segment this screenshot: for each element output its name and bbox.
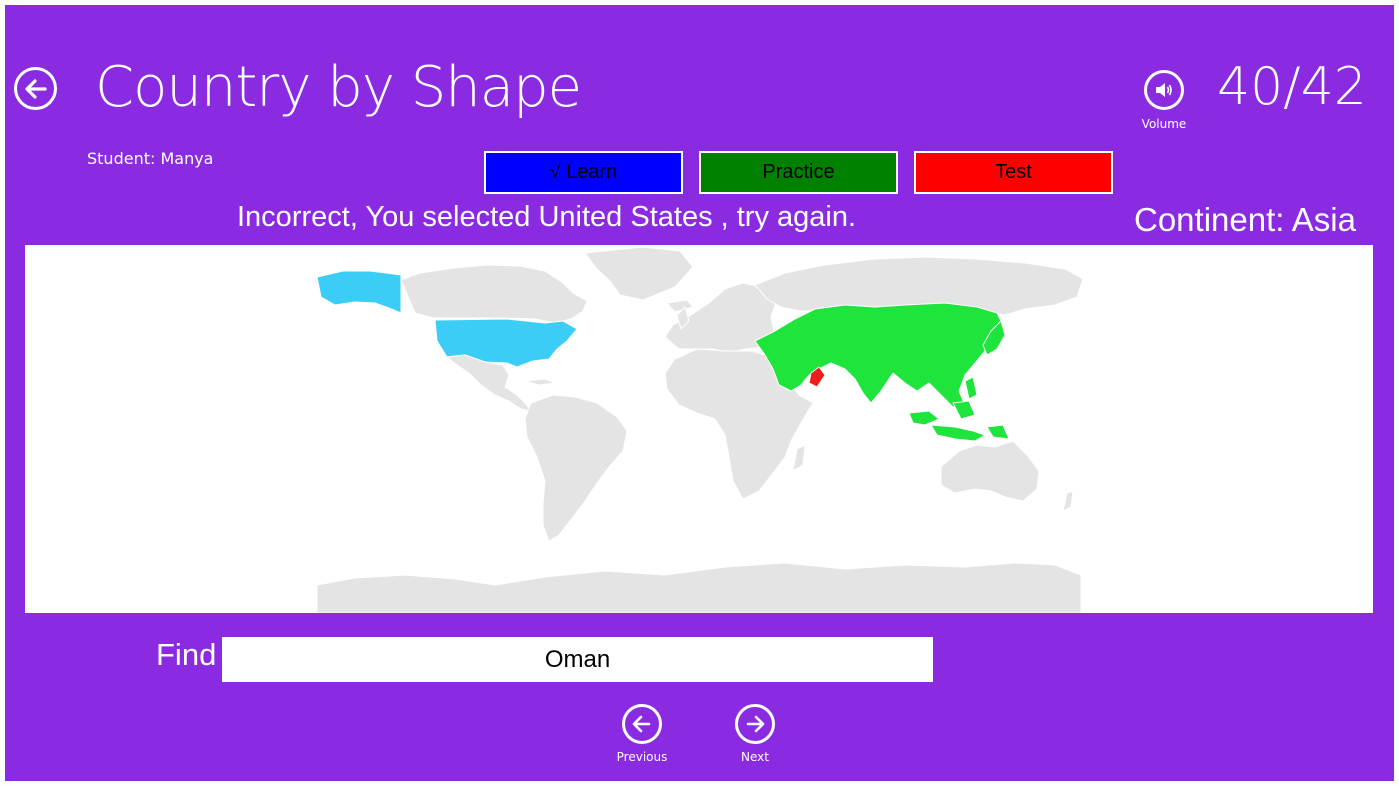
page-title: Country by Shape — [95, 55, 582, 120]
test-mode-button[interactable]: Test — [914, 151, 1113, 194]
map-region-canada[interactable] — [400, 264, 588, 324]
volume-label: Volume — [1141, 117, 1187, 131]
world-map-svg[interactable] — [25, 245, 1373, 613]
map-region-iceland[interactable] — [666, 299, 694, 313]
app-window: Country by Shape Volume 40/42 Student: M… — [5, 5, 1394, 781]
find-label: Find — [156, 637, 217, 672]
map-region-philippines[interactable] — [964, 376, 978, 400]
map-region-borneo[interactable] — [952, 400, 976, 420]
map-region-new-zealand[interactable] — [1062, 490, 1074, 512]
map-region-indonesia[interactable] — [930, 424, 986, 442]
map-region-madagascar[interactable] — [792, 444, 806, 472]
learn-mode-button[interactable]: √ Learn — [484, 151, 683, 194]
map-region-australia[interactable] — [940, 440, 1040, 502]
find-country-field[interactable] — [222, 637, 933, 682]
back-arrow-icon — [24, 78, 47, 99]
continent-label: Continent: Asia — [1134, 201, 1356, 238]
map-region-greenland[interactable] — [584, 246, 694, 301]
student-name: Student: Manya — [87, 149, 214, 168]
map-region-new-guinea[interactable] — [986, 424, 1010, 440]
score-counter: 40/42 — [1217, 57, 1367, 117]
speaker-icon — [1156, 83, 1172, 97]
world-map[interactable] — [25, 245, 1373, 613]
map-region-south-america[interactable] — [524, 394, 628, 542]
next-label: Next — [741, 750, 769, 764]
map-region-antarctica[interactable] — [316, 562, 1082, 613]
left-arrow-icon — [632, 715, 651, 733]
previous-button[interactable] — [622, 704, 662, 744]
map-region-caribbean[interactable] — [524, 378, 556, 386]
volume-button[interactable] — [1144, 70, 1184, 110]
next-button[interactable] — [735, 704, 775, 744]
map-region-southeast-asia-islands[interactable] — [908, 410, 940, 426]
right-arrow-icon — [746, 715, 765, 733]
feedback-message: Incorrect, You selected United States , … — [237, 201, 857, 233]
previous-label: Previous — [616, 750, 668, 764]
back-button[interactable] — [14, 67, 57, 110]
practice-mode-button[interactable]: Practice — [699, 151, 898, 194]
map-region-alaska[interactable] — [316, 270, 402, 314]
